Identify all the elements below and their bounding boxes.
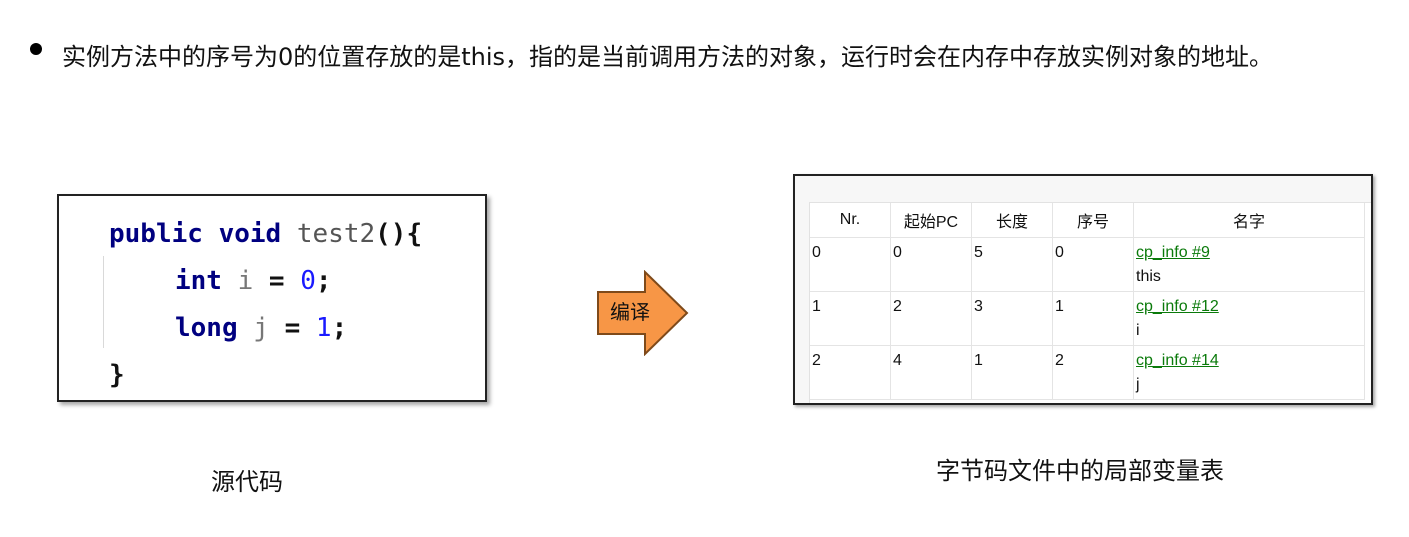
cp-info-link[interactable]: cp_info #9	[1136, 244, 1210, 261]
var-i: i	[237, 266, 254, 296]
cell-nr: 2	[810, 345, 891, 400]
table-header-row: Nr. 起始PC 长度 序号 名字	[810, 203, 1365, 238]
variable-name: i	[1136, 322, 1140, 339]
keyword-long: long	[175, 313, 238, 343]
cell-start-pc: 0	[890, 237, 972, 292]
assign-op: =	[268, 313, 316, 343]
keyword-int: int	[175, 266, 222, 296]
var-j: j	[253, 313, 269, 343]
table-row[interactable]: 0 0 5 0 cp_info #9 this	[810, 237, 1365, 292]
header-length[interactable]: 长度	[971, 203, 1053, 238]
code-line-3: long j = 1;	[175, 312, 347, 344]
header-name[interactable]: 名字	[1133, 203, 1365, 238]
cell-length: 5	[971, 237, 1053, 292]
literal-1: 1	[315, 313, 332, 343]
keyword-void: void	[218, 219, 282, 249]
cp-info-link[interactable]: cp_info #12	[1136, 298, 1219, 315]
method-parens: (){	[375, 219, 423, 249]
cell-start-pc: 4	[890, 345, 972, 400]
table-row[interactable]: 1 2 3 1 cp_info #12 i	[810, 291, 1365, 346]
literal-0: 0	[300, 266, 316, 296]
method-name: test2	[296, 219, 376, 249]
local-variable-table-caption: 字节码文件中的局部变量表	[936, 457, 1224, 485]
header-index[interactable]: 序号	[1052, 203, 1134, 238]
cell-length: 3	[971, 291, 1053, 346]
closing-brace: }	[109, 360, 125, 390]
header-start-pc[interactable]: 起始PC	[890, 203, 972, 238]
cell-name: cp_info #9 this	[1133, 237, 1365, 292]
source-code-caption: 源代码	[211, 468, 283, 496]
semicolon: ;	[315, 266, 332, 296]
cell-index: 2	[1052, 345, 1134, 400]
cp-info-link[interactable]: cp_info #14	[1136, 352, 1219, 369]
header-nr[interactable]: Nr.	[810, 203, 891, 238]
cell-start-pc: 2	[890, 291, 972, 346]
cell-nr: 0	[810, 237, 891, 292]
table-viewport: Nr. 起始PC 长度 序号 名字 0 0 5 0 cp_info #9 thi…	[809, 202, 1371, 403]
local-variable-table-panel: Nr. 起始PC 长度 序号 名字 0 0 5 0 cp_info #9 thi…	[793, 174, 1373, 405]
bullet-dot	[30, 43, 42, 55]
code-line-4: }	[109, 359, 125, 391]
cell-length: 1	[971, 345, 1053, 400]
indent-guide	[103, 256, 104, 348]
code-line-2: int i = 0;	[175, 265, 332, 297]
compile-arrow-label: 编译	[610, 300, 650, 324]
table-row[interactable]: 2 4 1 2 cp_info #14 j	[810, 345, 1365, 400]
cell-name: cp_info #12 i	[1133, 291, 1365, 346]
code-line-1: public void test2(){	[109, 218, 422, 250]
cell-nr: 1	[810, 291, 891, 346]
variable-name: this	[1136, 268, 1161, 285]
semicolon: ;	[331, 313, 348, 343]
intro-text: 实例方法中的序号为0的位置存放的是this，指的是当前调用方法的对象，运行时会在…	[62, 43, 1274, 71]
assign-op: =	[253, 266, 301, 296]
source-code-panel: public void test2(){ int i = 0; long j =…	[57, 194, 487, 402]
variable-name: j	[1136, 376, 1140, 393]
cell-name: cp_info #14 j	[1133, 345, 1365, 400]
cell-index: 1	[1052, 291, 1134, 346]
keyword-public: public	[109, 219, 203, 249]
cell-index: 0	[1052, 237, 1134, 292]
local-variable-table: Nr. 起始PC 长度 序号 名字 0 0 5 0 cp_info #9 thi…	[810, 203, 1365, 400]
